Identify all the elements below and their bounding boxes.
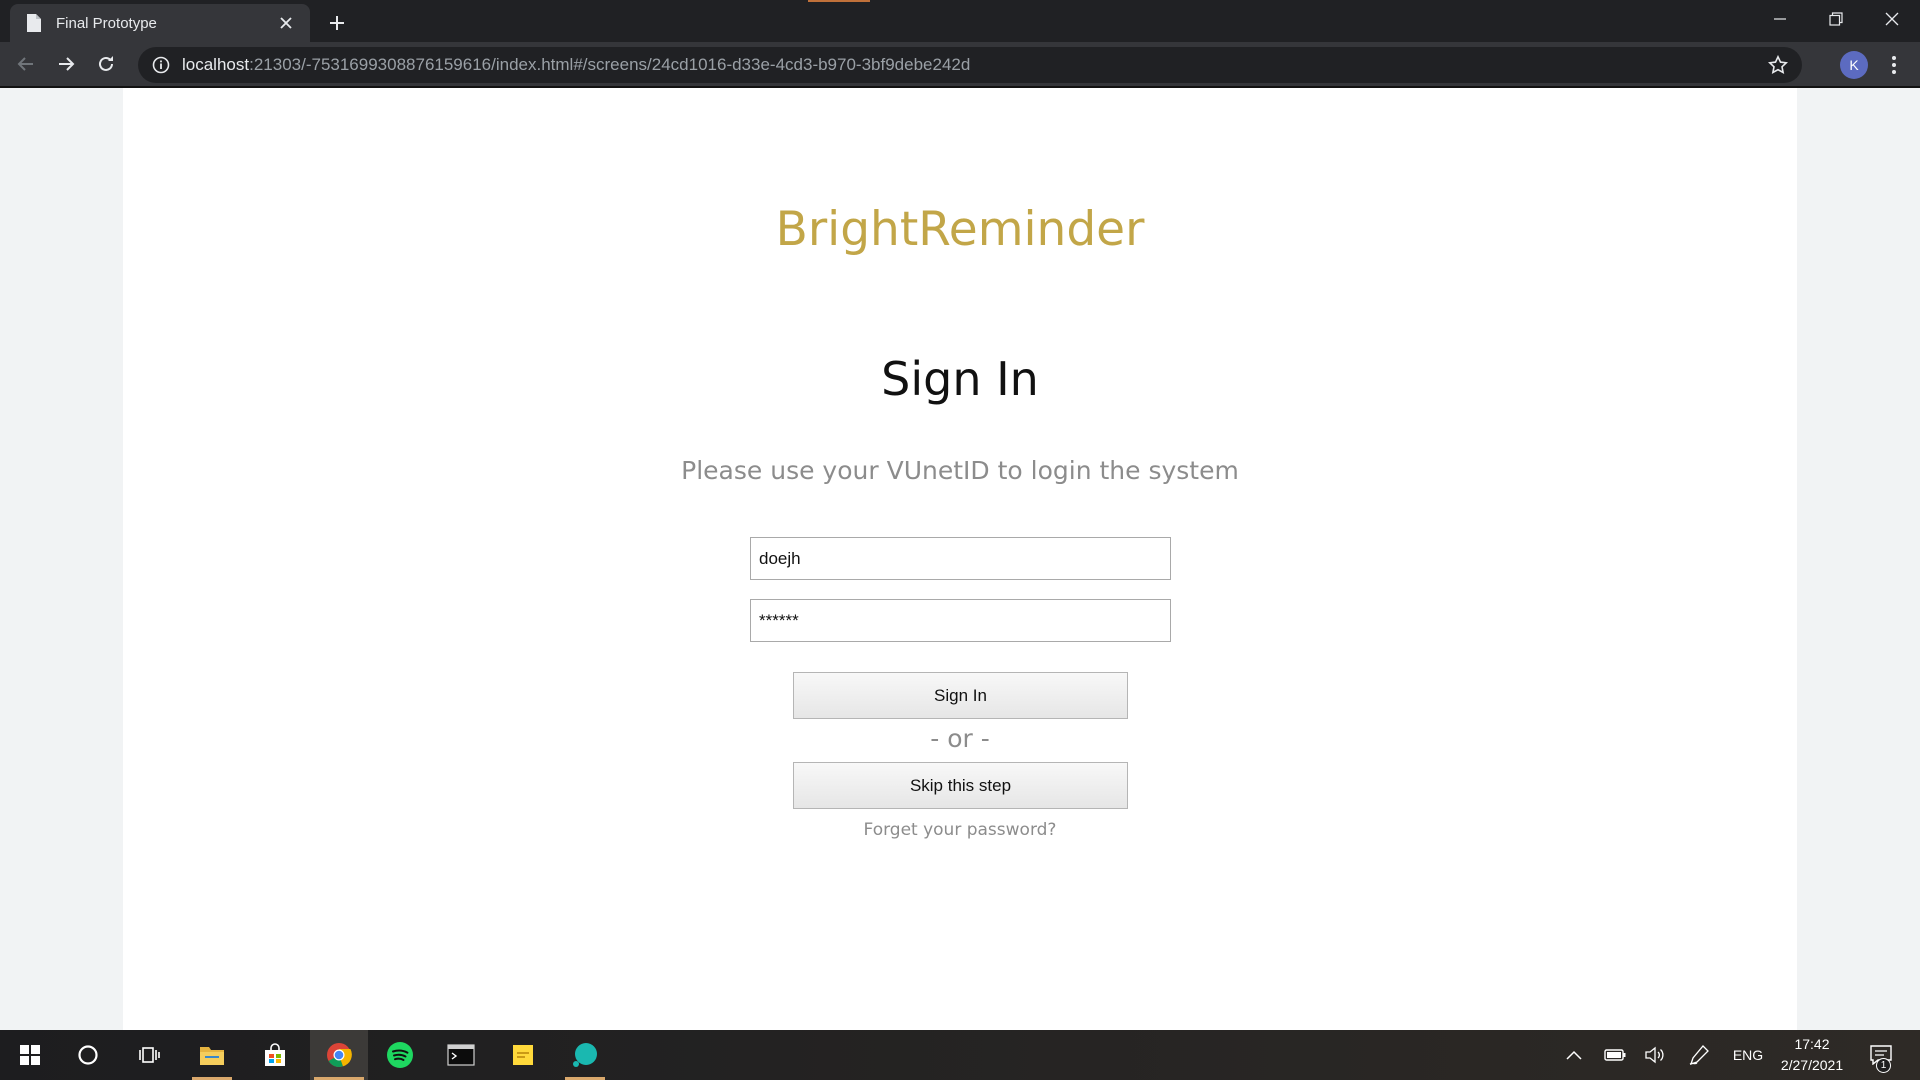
browser-toolbar: localhost:21303/-7531699308876159616/ind… bbox=[0, 42, 1920, 88]
volume-icon[interactable] bbox=[1642, 1030, 1668, 1080]
restore-icon[interactable] bbox=[1808, 0, 1864, 38]
browser-tab[interactable]: Final Prototype bbox=[10, 4, 310, 42]
clock-date: 2/27/2021 bbox=[1780, 1057, 1844, 1073]
menu-dots-icon[interactable] bbox=[1880, 51, 1908, 79]
task-view-icon[interactable] bbox=[126, 1030, 174, 1080]
app-icon[interactable] bbox=[561, 1030, 609, 1080]
sign-in-button[interactable]: Sign In bbox=[793, 672, 1128, 719]
forgot-password-link[interactable]: Forget your password? bbox=[123, 820, 1797, 840]
browser-tab-bar: Final Prototype bbox=[0, 0, 1920, 42]
store-icon[interactable] bbox=[251, 1030, 299, 1080]
close-icon[interactable] bbox=[274, 11, 298, 35]
sticky-notes-icon[interactable] bbox=[499, 1030, 547, 1080]
clock-time: 17:42 bbox=[1794, 1036, 1830, 1052]
pen-icon[interactable] bbox=[1686, 1030, 1712, 1080]
back-icon[interactable] bbox=[6, 44, 46, 84]
windows-taskbar: ENG 17:42 2/27/2021 1 bbox=[0, 1030, 1920, 1080]
page-icon bbox=[26, 13, 42, 33]
avatar[interactable]: K bbox=[1840, 51, 1868, 79]
system-clock[interactable]: 17:42 2/27/2021 bbox=[1772, 1034, 1852, 1076]
brand-title: BrightReminder bbox=[775, 202, 1145, 257]
search-circle-icon[interactable] bbox=[64, 1030, 112, 1080]
login-instructions: Please use your VUnetID to login the sys… bbox=[681, 456, 1239, 485]
tab-title: Final Prototype bbox=[56, 14, 157, 32]
chrome-icon[interactable] bbox=[310, 1030, 368, 1080]
spotify-icon[interactable] bbox=[376, 1030, 424, 1080]
forward-icon[interactable] bbox=[46, 44, 86, 84]
browser-viewport: BrightReminder Sign In Please use your V… bbox=[0, 88, 1920, 1030]
terminal-icon[interactable] bbox=[437, 1030, 485, 1080]
url-path: :21303/-7531699308876159616/index.html#/… bbox=[249, 55, 971, 74]
url-text[interactable]: localhost:21303/-7531699308876159616/ind… bbox=[182, 55, 970, 75]
file-explorer-icon[interactable] bbox=[188, 1030, 236, 1080]
minimize-icon[interactable] bbox=[1752, 0, 1808, 38]
reload-icon[interactable] bbox=[86, 44, 126, 84]
tab-strip-accent bbox=[808, 0, 870, 2]
page-title: Sign In bbox=[881, 352, 1039, 406]
plus-icon[interactable] bbox=[322, 8, 352, 38]
url-host: localhost bbox=[182, 55, 250, 74]
notification-count: 1 bbox=[1876, 1058, 1891, 1073]
star-icon[interactable] bbox=[1767, 54, 1789, 75]
address-bar[interactable]: localhost:21303/-7531699308876159616/ind… bbox=[138, 47, 1802, 83]
username-input[interactable] bbox=[750, 537, 1171, 580]
login-page: BrightReminder Sign In Please use your V… bbox=[123, 88, 1797, 1030]
close-window-icon[interactable] bbox=[1864, 0, 1920, 38]
chevron-up-icon[interactable] bbox=[1562, 1030, 1586, 1080]
password-input[interactable] bbox=[750, 599, 1171, 642]
battery-icon[interactable] bbox=[1602, 1030, 1628, 1080]
language-indicator[interactable]: ENG bbox=[1728, 1030, 1768, 1080]
skip-step-button[interactable]: Skip this step bbox=[793, 762, 1128, 809]
window-controls bbox=[1752, 0, 1920, 40]
info-icon[interactable] bbox=[152, 56, 170, 74]
or-separator: - or - bbox=[930, 724, 990, 753]
windows-start-icon[interactable] bbox=[6, 1030, 54, 1080]
